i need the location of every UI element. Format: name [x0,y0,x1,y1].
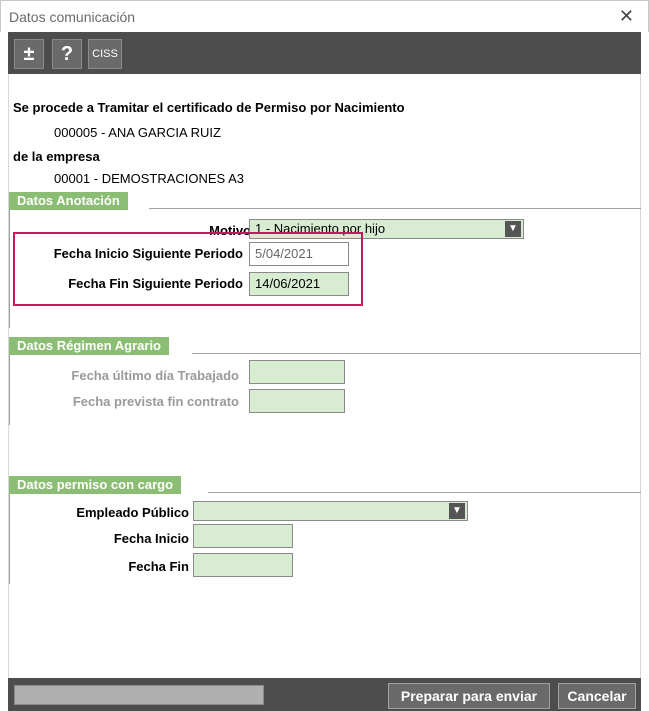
section-tab-agrario: Datos Régimen Agrario [9,337,169,355]
section-divider [9,494,10,584]
section-divider [9,210,10,328]
chevron-down-icon[interactable]: ▼ [449,503,465,519]
section-divider [192,353,641,354]
bottom-bar: Preparar para enviar Cancelar [8,678,641,711]
fecha-inicio-label: Fecha Inicio [113,531,189,546]
fecha-fin-contrato-label: Fecha prevista fin contrato [72,394,239,409]
fecha-fin-siguiente-label: Fecha Fin Siguiente Periodo [68,276,243,291]
section-tab-cargo: Datos permiso con cargo [9,476,182,494]
section-tab-anotacion: Datos Anotación [9,192,128,210]
progress-bar [14,685,264,705]
fecha-inicio-siguiente-label: Fecha Inicio Siguiente Periodo [53,246,243,261]
window-title: Datos comunicación [9,9,136,25]
ciss-button[interactable]: CISS [88,39,122,69]
fecha-fin-label: Fecha Fin [128,559,189,574]
employee-text: 000005 - ANA GARCIA RUIZ [54,125,221,140]
section-divider [9,355,10,425]
company-heading: de la empresa [13,149,100,164]
dialog-content: Se procede a Tramitar el certificado de … [8,74,641,678]
toolbar: ± ? CISS [8,32,641,74]
cancel-button[interactable]: Cancelar [558,683,636,709]
plus-minus-button[interactable]: ± [14,39,44,69]
fecha-fin-siguiente-input[interactable]: 14/06/2021 [249,272,349,296]
intro-heading: Se procede a Tramitar el certificado de … [13,100,405,115]
fecha-ultimo-dia-label: Fecha último día Trabajado [71,368,239,383]
empleado-publico-select[interactable]: ▼ [193,501,468,521]
section-divider [149,208,641,209]
prepare-send-button[interactable]: Preparar para enviar [388,683,550,709]
help-button[interactable]: ? [52,39,82,69]
empleado-publico-label: Empleado Público [76,505,189,520]
fecha-inicio-siguiente-input[interactable]: 5/04/2021 [249,242,349,266]
fecha-ultimo-dia-input[interactable] [249,360,345,384]
fecha-fin-input[interactable] [193,553,293,577]
window-titlebar: Datos comunicación ✕ [0,0,649,32]
fecha-inicio-input[interactable] [193,524,293,548]
chevron-down-icon[interactable]: ▼ [505,221,521,237]
close-icon[interactable]: ✕ [619,7,634,25]
section-divider [208,492,641,493]
fecha-fin-contrato-input[interactable] [249,389,345,413]
company-text: 00001 - DEMOSTRACIONES A3 [54,171,245,186]
